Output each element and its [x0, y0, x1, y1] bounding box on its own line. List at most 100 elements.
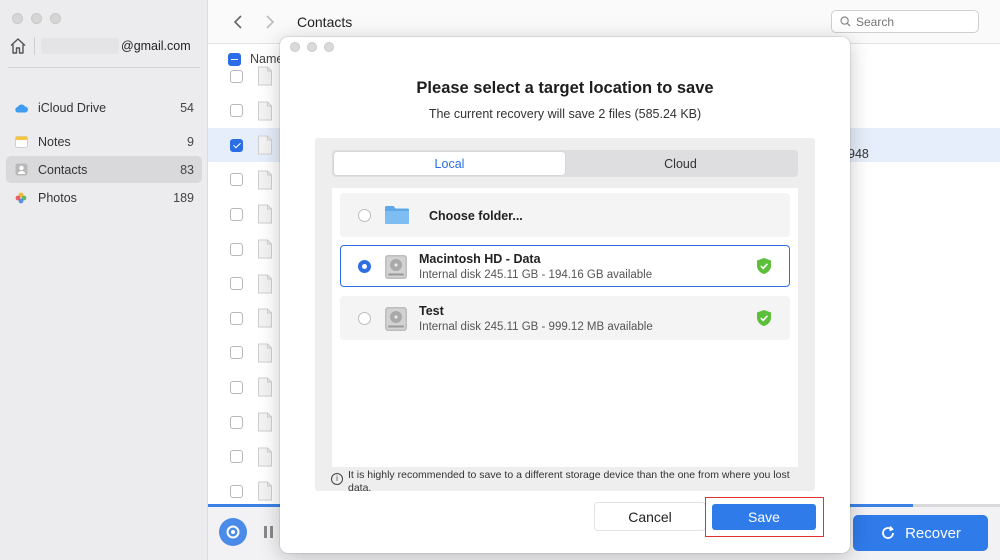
forward-button[interactable] [262, 12, 278, 32]
chevron-right-icon [266, 15, 275, 29]
search-box[interactable] [831, 10, 979, 33]
dialog-subtitle: The current recovery will save 2 files (… [428, 107, 702, 121]
file-icon [258, 204, 272, 224]
account-divider [34, 37, 35, 55]
row-checkbox[interactable] [230, 69, 243, 83]
file-icon [258, 274, 272, 294]
cancel-button[interactable]: Cancel [594, 502, 706, 531]
file-icon [258, 101, 272, 121]
row-checkbox[interactable] [230, 415, 243, 429]
chevron-left-icon [233, 15, 242, 29]
row-checkbox[interactable] [230, 311, 243, 325]
location-name: Macintosh HD - Data [419, 252, 541, 266]
file-icon [258, 135, 272, 155]
account-email: @gmail.com [121, 39, 191, 53]
cloud-icon [14, 101, 28, 115]
recover-label: Recover [905, 524, 961, 542]
file-icon [258, 308, 272, 328]
window-controls [12, 13, 61, 24]
choose-folder-label: Choose folder... [429, 209, 523, 223]
location-name: Test [419, 304, 444, 318]
dialog-zoom-button [324, 42, 334, 52]
recommendation-tip: i It is highly recommended to save to a … [331, 469, 801, 495]
hard-drive-icon [385, 307, 407, 331]
contacts-icon [14, 163, 28, 177]
tip-text: It is highly recommended to save to a di… [348, 469, 790, 494]
sidebar-item-notes[interactable]: Notes 9 [6, 128, 202, 155]
hard-drive-icon [385, 255, 407, 279]
sidebar-item-icloud-drive[interactable]: iCloud Drive 54 [6, 94, 202, 121]
row-checkbox[interactable] [230, 484, 243, 498]
zoom-window-button[interactable] [50, 13, 61, 24]
sidebar-item-count: 54 [180, 100, 194, 115]
account-name-redacted [41, 38, 119, 54]
row-checkbox[interactable] [230, 173, 243, 187]
row-checkbox[interactable] [230, 207, 243, 221]
search-icon [840, 16, 851, 27]
test-radio[interactable] [358, 312, 371, 325]
sidebar-item-count: 189 [173, 190, 194, 205]
scan-status-icon [219, 518, 247, 546]
row-checkbox[interactable] [230, 450, 243, 464]
info-icon: i [331, 473, 343, 485]
location-test[interactable]: Test Internal disk 245.11 GB - 999.12 MB… [340, 296, 790, 340]
location-macintosh-hd[interactable]: Macintosh HD - Data Internal disk 245.11… [340, 245, 790, 287]
location-choose-folder[interactable]: Choose folder... [340, 193, 790, 237]
home-icon[interactable] [8, 36, 28, 56]
close-window-button[interactable] [12, 13, 23, 24]
minimize-window-button[interactable] [31, 13, 42, 24]
row-checkbox[interactable] [230, 138, 243, 152]
dialog-title: Please select a target location to save [416, 79, 714, 97]
sidebar-item-label: Photos [38, 190, 77, 205]
sidebar-item-photos[interactable]: Photos 189 [6, 184, 202, 211]
page-title: Contacts [297, 14, 353, 30]
background-text-fragment: 948 [848, 147, 869, 161]
save-location-dialog: Please select a target location to save … [280, 37, 850, 553]
sidebar: @gmail.com iCloud Drive 54 Notes 9 Conta… [0, 0, 208, 560]
account-row: @gmail.com [8, 36, 200, 56]
pause-button[interactable] [264, 526, 274, 538]
location-panel: Local Cloud Choose folder... Macintosh H… [315, 138, 815, 494]
sidebar-item-count: 83 [180, 162, 194, 177]
row-checkbox[interactable] [230, 380, 243, 394]
sidebar-item-label: iCloud Drive [38, 100, 107, 115]
file-icon [258, 66, 272, 86]
row-checkbox[interactable] [230, 277, 243, 291]
dialog-window-controls [290, 42, 334, 52]
sidebar-list: iCloud Drive 54 Notes 9 Contacts 83 Phot… [6, 94, 202, 212]
sidebar-item-count: 9 [187, 134, 194, 149]
sidebar-divider [8, 67, 200, 68]
location-detail: Internal disk 245.11 GB - 999.12 MB avai… [419, 321, 653, 333]
shield-check-icon [757, 258, 771, 274]
save-button[interactable]: Save [712, 504, 816, 530]
search-input[interactable] [856, 14, 966, 29]
refresh-icon [882, 525, 894, 539]
back-button[interactable] [230, 12, 246, 32]
sidebar-item-label: Contacts [38, 162, 88, 177]
dialog-minimize-button [307, 42, 317, 52]
choose-folder-radio[interactable] [358, 209, 371, 222]
location-list: Choose folder... Macintosh HD - Data Int… [332, 188, 798, 467]
file-icon [258, 447, 272, 467]
recover-button[interactable]: Recover [853, 515, 988, 551]
file-icon [258, 170, 272, 190]
location-detail: Internal disk 245.11 GB - 194.16 GB avai… [419, 269, 653, 281]
notes-icon [14, 135, 28, 149]
tab-local[interactable]: Local [334, 152, 565, 175]
row-checkbox[interactable] [230, 104, 243, 118]
file-icon [258, 239, 272, 259]
shield-check-icon [757, 310, 771, 326]
dialog-close-button[interactable] [290, 42, 300, 52]
photos-icon [14, 191, 28, 205]
sidebar-item-label: Notes [38, 134, 71, 149]
folder-icon [385, 206, 409, 224]
file-icon [258, 377, 272, 397]
row-checkbox[interactable] [230, 346, 243, 360]
sidebar-item-contacts[interactable]: Contacts 83 [6, 156, 202, 183]
tab-cloud[interactable]: Cloud [565, 152, 796, 175]
file-icon [258, 412, 272, 432]
macintosh-hd-radio[interactable] [358, 260, 371, 273]
row-checkbox[interactable] [230, 242, 243, 256]
file-icon [258, 481, 272, 501]
location-type-tabs: Local Cloud [332, 150, 798, 177]
